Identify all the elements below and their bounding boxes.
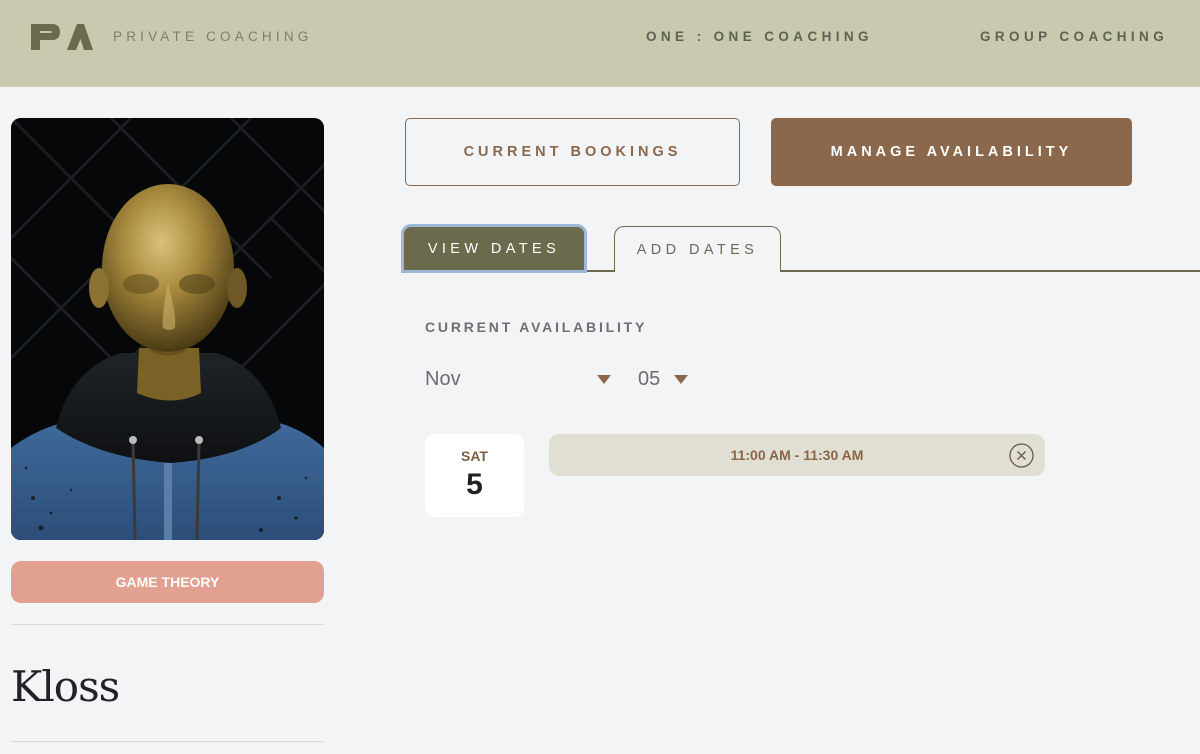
date-day-number: 5 [466,468,483,501]
month-select-value: Nov [425,367,461,390]
pa-logo-icon[interactable] [31,20,93,52]
tab-view-dates[interactable]: VIEW DATES [401,224,587,273]
time-slot-label: 11:00 AM - 11:30 AM [730,447,864,463]
profile-name: Kloss [11,662,120,711]
profile-avatar [11,118,324,540]
divider [11,624,324,625]
month-select[interactable]: Nov [425,367,611,391]
caret-down-icon [597,374,611,384]
avatar-image [11,118,324,540]
nav-one-on-one-coaching[interactable]: ONE : ONE COACHING [646,29,873,44]
caret-down-icon [674,374,688,384]
current-bookings-button[interactable]: CURRENT BOOKINGS [405,118,740,186]
date-card: SAT 5 [425,434,524,517]
close-circle-icon[interactable] [1009,443,1034,468]
day-select-value: 05 [638,367,661,390]
tab-add-dates[interactable]: ADD DATES [614,226,781,272]
current-availability-heading: CURRENT AVAILABILITY [425,319,648,335]
top-header: PRIVATE COACHING ONE : ONE COACHING GROU… [0,0,1200,87]
brand-subtitle: PRIVATE COACHING [113,29,313,44]
day-select[interactable]: 05 [638,367,688,391]
time-slot: 11:00 AM - 11:30 AM [549,434,1045,476]
game-theory-tag-button[interactable]: GAME THEORY [11,561,324,603]
date-day-of-week: SAT [461,448,488,464]
divider [11,741,324,742]
nav-group-coaching[interactable]: GROUP COACHING [980,29,1168,44]
manage-availability-button[interactable]: MANAGE AVAILABILITY [771,118,1132,186]
